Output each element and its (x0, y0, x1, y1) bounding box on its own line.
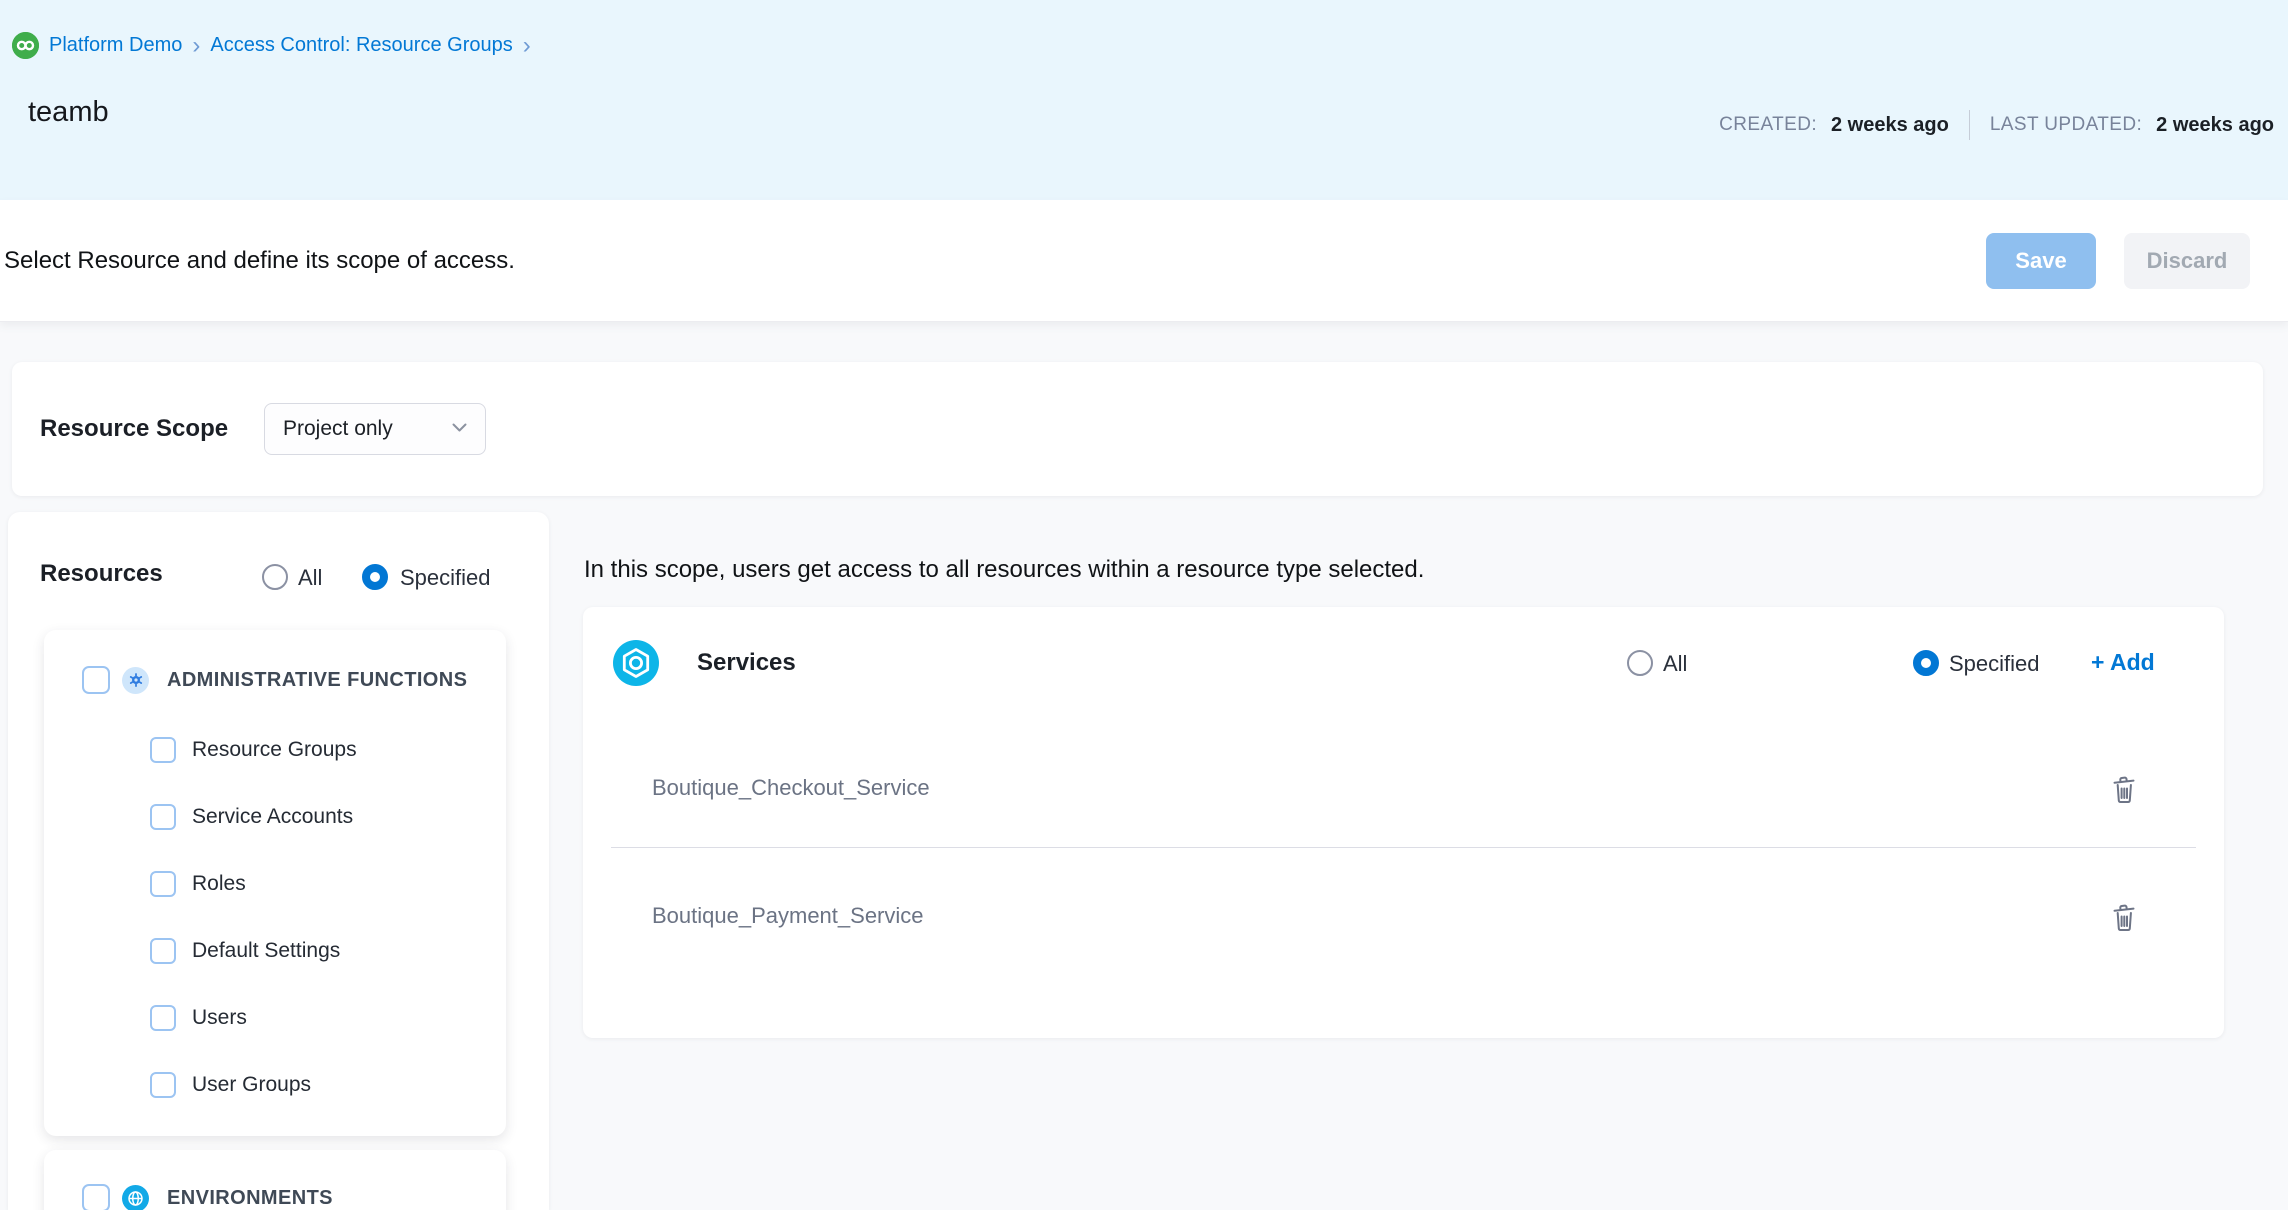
resources-radio-specified[interactable] (362, 564, 388, 590)
breadcrumb: Platform Demo › Access Control: Resource… (12, 32, 531, 59)
services-radio-all[interactable] (1627, 650, 1653, 676)
list-item: User Groups (44, 1051, 506, 1118)
breadcrumb-separator-icon: › (523, 36, 531, 56)
list-item: Roles (44, 850, 506, 917)
resource-group-card-administrative: ADMINISTRATIVE FUNCTIONS Resource Groups… (44, 630, 506, 1136)
service-name: Boutique_Checkout_Service (652, 775, 930, 801)
checkbox-default-settings[interactable] (150, 938, 176, 964)
trash-icon[interactable] (2108, 901, 2140, 935)
chevron-down-icon (452, 420, 467, 438)
list-item: Service Accounts (44, 783, 506, 850)
resources-radio-specified-label[interactable]: Specified (400, 565, 491, 591)
services-card-header: Services All Specified + Add (583, 607, 2224, 719)
resource-scope-label: Resource Scope (40, 415, 264, 443)
checkbox-resource-groups[interactable] (150, 737, 176, 763)
platform-logo-icon (12, 32, 39, 59)
resources-radio-all[interactable] (262, 564, 288, 590)
list-item: Default Settings (44, 917, 506, 984)
page-header: Platform Demo › Access Control: Resource… (0, 0, 2288, 200)
add-service-button[interactable]: + Add (2091, 649, 2155, 676)
created-value: 2 weeks ago (1831, 114, 1949, 137)
scope-info-text: In this scope, users get access to all r… (584, 556, 1424, 584)
checkbox-administrative-functions[interactable] (82, 666, 110, 694)
resource-type-label: Users (192, 1006, 247, 1030)
last-updated-value: 2 weeks ago (2156, 114, 2274, 137)
discard-button[interactable]: Discard (2124, 233, 2250, 289)
resource-scope-select[interactable]: Project only (264, 403, 486, 455)
resource-type-list: Resource Groups Service Accounts Roles D… (44, 716, 506, 1118)
environments-icon (122, 1185, 149, 1210)
gear-icon (122, 667, 149, 694)
checkbox-environments[interactable] (82, 1184, 110, 1210)
last-updated-label: LAST UPDATED: (1990, 114, 2142, 136)
breadcrumb-item-resource-groups[interactable]: Access Control: Resource Groups (210, 34, 512, 57)
service-name: Boutique_Payment_Service (652, 903, 924, 929)
action-toolbar: Select Resource and define its scope of … (0, 200, 2288, 322)
checkbox-roles[interactable] (150, 871, 176, 897)
row-divider (611, 847, 2196, 848)
service-row: Boutique_Checkout_Service (583, 757, 2224, 823)
checkbox-user-groups[interactable] (150, 1072, 176, 1098)
resource-group-header-row: ADMINISTRATIVE FUNCTIONS (44, 656, 506, 704)
resource-group-header-row: ENVIRONMENTS (44, 1174, 506, 1210)
created-label: CREATED: (1719, 114, 1817, 136)
checkbox-service-accounts[interactable] (150, 804, 176, 830)
services-title: Services (697, 649, 796, 677)
page: Platform Demo › Access Control: Resource… (0, 0, 2288, 1210)
services-radio-specified-label[interactable]: Specified (1949, 651, 2040, 677)
resources-panel: Resources All Specified (8, 512, 549, 1210)
resource-scope-card: Resource Scope Project only (12, 362, 2263, 496)
services-radio-specified[interactable] (1913, 650, 1939, 676)
resource-type-label: Service Accounts (192, 805, 353, 829)
resource-group-card-environments: ENVIRONMENTS (44, 1150, 506, 1210)
services-card: Services All Specified + Add Boutique_Ch… (583, 607, 2224, 1038)
toolbar-description: Select Resource and define its scope of … (4, 200, 515, 322)
resources-title: Resources (40, 560, 163, 588)
resource-type-label: Resource Groups (192, 738, 357, 762)
breadcrumb-item-project[interactable]: Platform Demo (49, 34, 182, 57)
resource-group-name: ENVIRONMENTS (167, 1187, 333, 1210)
checkbox-users[interactable] (150, 1005, 176, 1031)
resources-panel-header: Resources All Specified (8, 550, 549, 606)
resource-scope-selected-value: Project only (283, 417, 393, 441)
save-button[interactable]: Save (1986, 233, 2096, 289)
header-meta: CREATED: 2 weeks ago LAST UPDATED: 2 wee… (1719, 110, 2274, 140)
breadcrumb-separator-icon: › (192, 36, 200, 56)
resource-type-label: User Groups (192, 1073, 311, 1097)
meta-divider (1969, 110, 1970, 140)
page-title: teamb (28, 96, 109, 129)
services-radio-all-label[interactable]: All (1663, 651, 1687, 677)
resource-type-label: Roles (192, 872, 246, 896)
toolbar-buttons: Save Discard (1986, 200, 2250, 322)
list-item: Users (44, 984, 506, 1051)
service-row: Boutique_Payment_Service (583, 885, 2224, 951)
resource-type-label: Default Settings (192, 939, 340, 963)
services-hexagon-icon (613, 640, 659, 686)
resource-group-name: ADMINISTRATIVE FUNCTIONS (167, 669, 467, 692)
trash-icon[interactable] (2108, 773, 2140, 807)
list-item: Resource Groups (44, 716, 506, 783)
resources-radio-all-label[interactable]: All (298, 565, 322, 591)
